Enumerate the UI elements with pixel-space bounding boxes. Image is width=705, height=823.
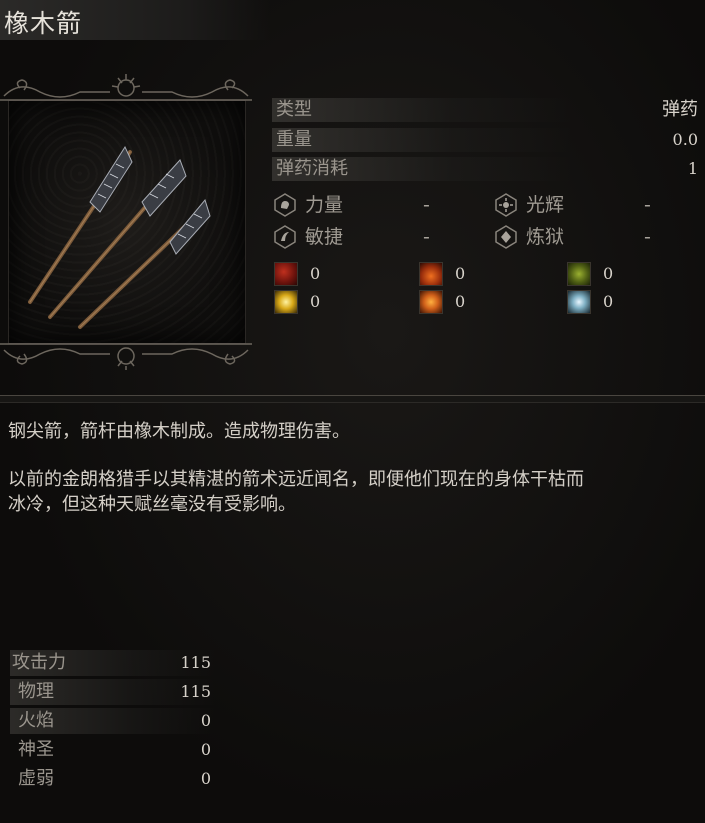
inferno-icon <box>495 225 517 249</box>
frost-icon <box>567 290 591 314</box>
attack-value: 0 <box>200 711 211 730</box>
attribute-value: - <box>423 194 430 216</box>
dexterity-icon <box>274 225 296 249</box>
stat-value-weight: 0.0 <box>672 130 698 149</box>
attribute-label: 炼狱 <box>526 226 565 248</box>
description-line-1: 钢尖箭，箭杆由橡木制成。造成物理伤害。 <box>8 421 350 442</box>
stat-row-bg <box>272 98 572 122</box>
attribute-inferno: 炼狱 - <box>494 224 694 252</box>
resistance-value: 0 <box>455 264 466 283</box>
description-line-3: 冰冷，但这种天赋丝毫没有受影响。 <box>8 494 296 515</box>
description-line-2: 以前的金朗格猎手以其精湛的箭术远近闻名，即便他们现在的身体干枯而 <box>8 469 584 490</box>
radiance-icon <box>495 193 517 217</box>
attack-label: 火焰 <box>18 710 54 731</box>
attribute-value: - <box>423 226 430 248</box>
bleed-icon <box>274 262 298 286</box>
resistance-value: 0 <box>310 292 321 311</box>
item-title: 橡木箭 <box>4 9 83 38</box>
attack-label: 虚弱 <box>18 768 54 789</box>
attack-label: 神圣 <box>18 739 54 760</box>
poison-icon <box>567 262 591 286</box>
stat-label-ammo-cost: 弹药消耗 <box>276 158 348 179</box>
attack-weak-row: 虚弱 0 <box>10 766 215 792</box>
fire-buildup-icon <box>419 262 443 286</box>
stat-value-type: 弹药 <box>662 99 698 120</box>
attribute-value: - <box>644 226 651 248</box>
attack-value: 115 <box>180 653 211 672</box>
stat-row-weight: 重量 0.0 <box>272 128 700 152</box>
attack-fire-row: 火焰 0 <box>10 708 215 734</box>
item-image-frame <box>0 74 252 370</box>
attribute-value: - <box>644 194 651 216</box>
stat-label-type: 类型 <box>276 99 312 120</box>
stat-row-ammo-cost: 弹药消耗 1 <box>272 157 700 181</box>
section-divider <box>0 395 705 403</box>
attribute-label: 光辉 <box>526 194 565 216</box>
attack-holy-row: 神圣 0 <box>10 737 215 763</box>
stat-label-weight: 重量 <box>276 129 312 150</box>
attack-value: 115 <box>180 682 211 701</box>
resistance-value: 0 <box>455 292 466 311</box>
attack-power-row: 攻击力 115 <box>10 650 215 676</box>
holy-icon <box>274 290 298 314</box>
attack-label: 物理 <box>18 681 54 702</box>
resistance-value: 0 <box>603 292 614 311</box>
resistance-value: 0 <box>603 264 614 283</box>
burn-icon <box>419 290 443 314</box>
attribute-radiance: 光辉 - <box>494 192 694 220</box>
strength-icon <box>274 193 296 217</box>
oak-arrow-image <box>28 145 211 329</box>
attribute-label: 力量 <box>305 194 344 216</box>
resistance-value: 0 <box>310 264 321 283</box>
attack-value: 0 <box>200 740 211 759</box>
stat-row-type: 类型 弹药 <box>272 98 700 122</box>
attribute-dexterity: 敏捷 - <box>273 224 473 252</box>
attack-value: 0 <box>200 769 211 788</box>
attribute-label: 敏捷 <box>305 226 344 248</box>
attribute-strength: 力量 - <box>273 192 473 220</box>
attack-label: 攻击力 <box>12 652 66 673</box>
stat-row-bg <box>272 128 572 152</box>
stat-value-ammo-cost: 1 <box>687 159 698 178</box>
attack-physical-row: 物理 115 <box>10 679 215 705</box>
